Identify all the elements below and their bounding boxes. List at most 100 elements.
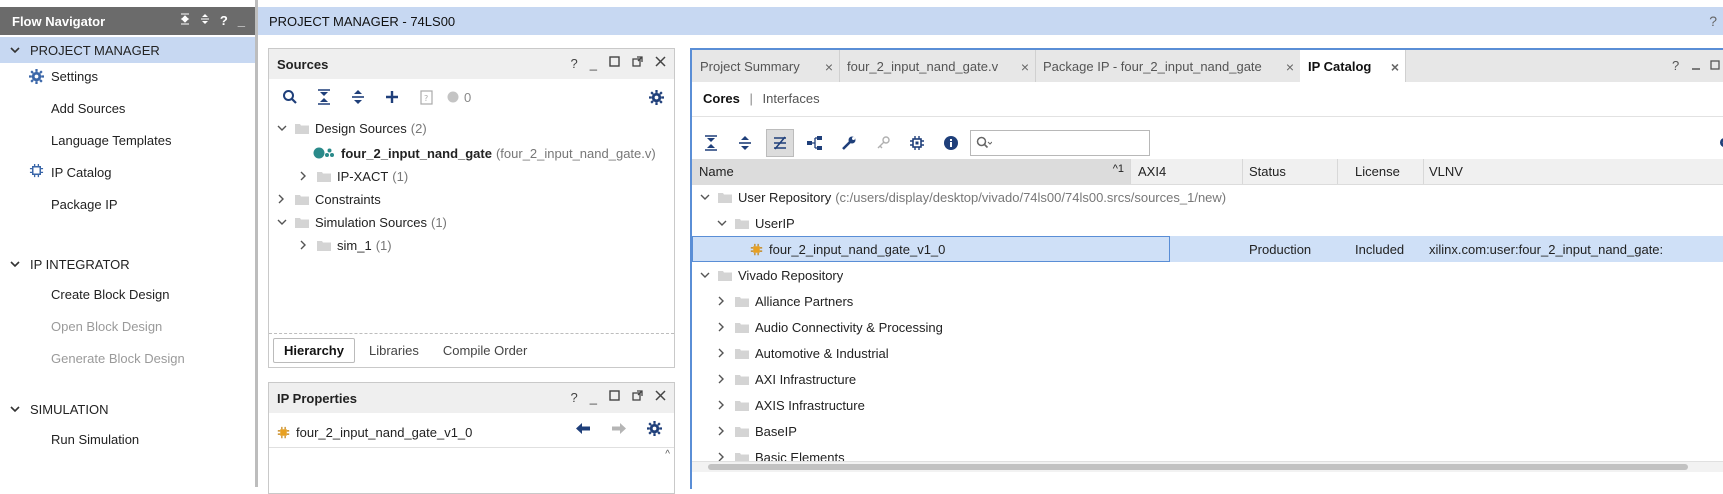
table-row[interactable]: User Repository (c:/users/display/deskto… — [692, 184, 1723, 210]
tree-item-four-2-input-nand-gate[interactable]: four_2_input_nand_gate (four_2_input_nan… — [313, 142, 656, 164]
chevron-down-icon[interactable] — [717, 219, 731, 227]
info-icon[interactable] — [938, 130, 964, 156]
table-row[interactable]: BaseIP — [692, 418, 1723, 444]
tree-cell: BaseIP — [717, 418, 797, 444]
minimize-icon[interactable]: _ — [238, 13, 245, 28]
help-icon[interactable]: ? — [1709, 13, 1717, 29]
column-header-license[interactable]: License — [1348, 159, 1424, 184]
help-icon[interactable]: ? — [1672, 58, 1679, 73]
minimize-icon[interactable]: _ — [590, 56, 597, 71]
tab-ip-catalog[interactable]: IP Catalog × — [1300, 50, 1406, 82]
table-row[interactable]: Automotive & Industrial — [692, 340, 1723, 366]
horizontal-scrollbar[interactable] — [692, 461, 1723, 472]
table-row[interactable]: Audio Connectivity & Processing — [692, 314, 1723, 340]
table-row[interactable]: AXI Infrastructure — [692, 366, 1723, 392]
tree-item-constraints[interactable]: Constraints — [277, 188, 381, 210]
close-icon[interactable]: × — [1391, 59, 1399, 75]
scrollbar-thumb[interactable] — [708, 464, 1688, 470]
column-header-axi4[interactable]: AXI4 — [1131, 159, 1243, 184]
tab-libraries[interactable]: Libraries — [359, 339, 429, 362]
wrench-icon[interactable] — [836, 130, 862, 156]
hierarchy-icon[interactable] — [802, 130, 828, 156]
column-header-status[interactable]: Status — [1242, 159, 1338, 184]
nav-section-ip-integrator[interactable]: IP INTEGRATOR — [0, 251, 255, 277]
close-icon[interactable] — [655, 390, 666, 405]
expand-all-icon[interactable] — [345, 84, 371, 110]
help-icon[interactable]: ? — [220, 13, 228, 28]
collapse-all-icon[interactable] — [311, 84, 337, 110]
close-icon[interactable]: × — [1021, 59, 1029, 75]
maximize-icon[interactable] — [1710, 60, 1720, 70]
nav-item-run-simulation[interactable]: Run Simulation — [51, 432, 139, 447]
chevron-right-icon[interactable] — [277, 194, 291, 204]
gear-icon[interactable] — [649, 90, 664, 105]
chevron-down-icon[interactable] — [700, 271, 714, 279]
search-icon[interactable] — [277, 84, 303, 110]
float-icon[interactable] — [632, 390, 643, 405]
nav-section-project-manager[interactable]: PROJECT MANAGER — [0, 37, 255, 63]
tree-item-sim-1[interactable]: sim_1 (1) — [299, 234, 392, 256]
search-input[interactable] — [970, 130, 1150, 156]
table-row[interactable]: Vivado Repository — [692, 262, 1723, 288]
chevron-right-icon[interactable] — [717, 348, 731, 358]
close-icon[interactable]: × — [1286, 59, 1294, 75]
tab-cores[interactable]: Cores — [703, 91, 740, 106]
minimize-icon[interactable]: _ — [590, 390, 597, 405]
float-icon[interactable] — [632, 56, 643, 71]
category-label: BaseIP — [755, 424, 797, 439]
tree-item-ip-xact[interactable]: IP-XACT (1) — [299, 165, 408, 187]
tab-project-summary[interactable]: Project Summary × — [692, 50, 840, 82]
tab-four-2-input-nand-gate-v[interactable]: four_2_input_nand_gate.v × — [839, 50, 1036, 82]
back-arrow-icon[interactable] — [575, 422, 591, 435]
help-icon[interactable]: ? — [571, 56, 578, 71]
chevron-down-icon[interactable] — [700, 193, 714, 201]
column-header-vlnv[interactable]: VLNV — [1422, 159, 1723, 184]
chevron-down-icon[interactable] — [277, 218, 291, 226]
gear-icon[interactable] — [1715, 135, 1723, 150]
nav-item-ip-catalog[interactable]: IP Catalog — [51, 165, 111, 180]
nav-item-language-templates[interactable]: Language Templates — [51, 133, 171, 148]
forward-arrow-icon — [611, 422, 627, 435]
help-icon[interactable]: ? — [571, 390, 578, 405]
expand-all-icon[interactable] — [200, 13, 210, 28]
scroll-up-icon[interactable]: ^ — [665, 449, 670, 460]
ip-chip-icon[interactable] — [904, 130, 930, 156]
chevron-down-icon[interactable] — [277, 124, 291, 132]
gear-icon[interactable] — [647, 421, 662, 436]
nav-section-simulation[interactable]: SIMULATION — [0, 396, 255, 422]
tree-item-simulation-sources[interactable]: Simulation Sources (1) — [277, 211, 447, 233]
column-header-name[interactable]: Name ^1 — [692, 159, 1131, 184]
expand-all-icon[interactable] — [732, 130, 758, 156]
chevron-right-icon[interactable] — [299, 240, 313, 250]
add-sources-icon[interactable] — [379, 84, 405, 110]
table-row[interactable]: Alliance Partners — [692, 288, 1723, 314]
minimize-icon[interactable] — [1691, 60, 1701, 70]
close-icon[interactable]: × — [825, 59, 833, 75]
nav-item-package-ip[interactable]: Package IP — [51, 197, 118, 212]
chevron-right-icon[interactable] — [717, 426, 731, 436]
flow-navigator-splitter[interactable] — [255, 0, 258, 487]
chevron-right-icon[interactable] — [717, 400, 731, 410]
chevron-right-icon[interactable] — [299, 171, 313, 181]
close-icon[interactable] — [655, 56, 666, 71]
tab-compile-order[interactable]: Compile Order — [433, 339, 538, 362]
tab-package-ip[interactable]: Package IP - four_2_input_nand_gate × — [1035, 50, 1301, 82]
nav-item-create-block-design[interactable]: Create Block Design — [51, 287, 170, 302]
table-row-selected[interactable]: four_2_input_nand_gate_v1_0 Production I… — [692, 236, 1723, 262]
tree-item-design-sources[interactable]: Design Sources (2) — [277, 117, 427, 139]
tab-hierarchy[interactable]: Hierarchy — [273, 338, 355, 363]
chevron-right-icon[interactable] — [717, 322, 731, 332]
table-row[interactable]: AXIS Infrastructure — [692, 392, 1723, 418]
maximize-icon[interactable] — [609, 390, 620, 405]
nav-item-settings[interactable]: Settings — [51, 69, 98, 84]
collapse-all-icon[interactable] — [698, 130, 724, 156]
maximize-icon[interactable] — [609, 56, 620, 71]
filter-toggle-icon[interactable] — [766, 129, 794, 157]
table-row[interactable]: UserIP — [692, 210, 1723, 236]
tree-label: Constraints — [315, 192, 381, 207]
tab-interfaces[interactable]: Interfaces — [763, 91, 820, 106]
collapse-all-icon[interactable] — [180, 13, 190, 28]
nav-item-add-sources[interactable]: Add Sources — [51, 101, 125, 116]
chevron-right-icon[interactable] — [717, 374, 731, 384]
chevron-right-icon[interactable] — [717, 296, 731, 306]
